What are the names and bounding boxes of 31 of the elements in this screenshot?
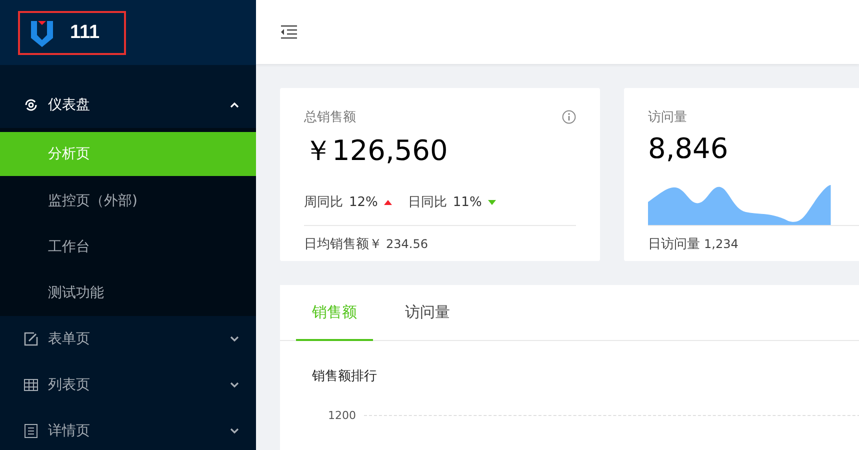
caret-up-icon [384, 200, 392, 204]
submenu-item[interactable]: 工作台 [0, 224, 256, 270]
dashboard-icon [24, 98, 38, 112]
menu-item[interactable]: 仪表盘 [0, 82, 256, 128]
document-icon [24, 424, 38, 438]
trend-value: 11% [452, 194, 482, 210]
menu-item[interactable]: 列表页 [0, 362, 256, 408]
axis-tick-label: 1200 [328, 409, 356, 422]
submenu-item[interactable]: 监控页（外部) [0, 178, 256, 224]
card-footer-value: 1,234 [704, 237, 738, 251]
card-footer-label: 日访问量 [648, 237, 700, 252]
menu-item[interactable]: 详情页 [0, 408, 256, 450]
trend-label: 日同比 [408, 194, 447, 211]
caret-down-icon [488, 200, 496, 204]
card-value: ￥126,560 [304, 133, 449, 169]
table-icon [24, 379, 38, 391]
card-title: 访问量 [648, 109, 687, 126]
card-value: 8,846 [648, 132, 730, 167]
edit-icon [24, 332, 38, 346]
menu-item[interactable]: 表单页 [0, 316, 256, 362]
trend-value: 12% [349, 194, 378, 210]
chart-title: 销售额排行 [311, 368, 378, 385]
card-footer-value: 234.56 [386, 237, 428, 251]
logo-text: 111 [70, 22, 100, 44]
info-icon[interactable] [562, 110, 576, 124]
trend-label: 周同比 [304, 194, 343, 211]
tab[interactable]: 访问量 [389, 285, 466, 341]
submenu-item[interactable]: 测试功能 [0, 270, 256, 316]
card-title: 总销售额 [304, 109, 356, 126]
menu-fold-icon[interactable] [280, 25, 298, 39]
card-footer-label: 日均销售额￥ [304, 237, 382, 252]
